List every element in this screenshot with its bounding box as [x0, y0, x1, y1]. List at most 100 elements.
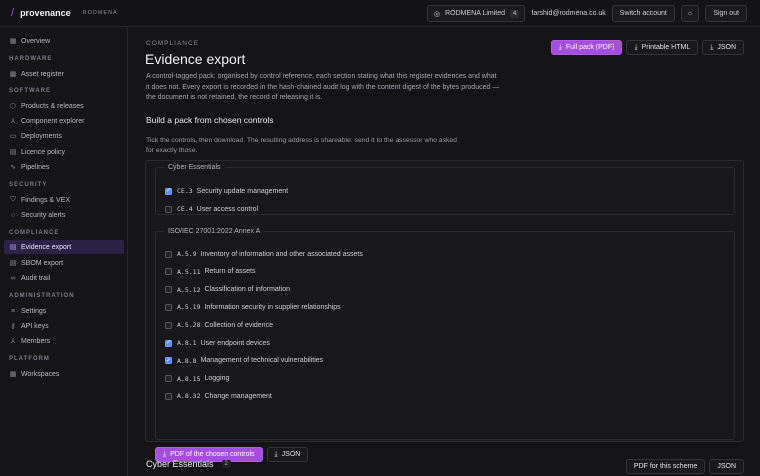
sidebar-item-label: Security alerts: [21, 211, 66, 219]
control-checkbox-row[interactable]: A.8.15 Logging: [165, 373, 229, 385]
control-checkbox-row[interactable]: ✓ CE.3 Security update management: [165, 185, 288, 197]
scheme-count-badge: 2: [221, 460, 231, 468]
sidebar-item-sbom-export[interactable]: ▤ SBOM export: [4, 256, 124, 270]
sidebar-item-label: Workspaces: [21, 370, 60, 378]
full-pack-pdf-button[interactable]: ⤓ Full pack (PDF): [550, 40, 623, 55]
sidebar-item-label: SBOM export: [21, 259, 64, 267]
sidebar-item-audit-trail[interactable]: ∞ Audit trail: [4, 271, 124, 285]
sidebar-item-asset-register[interactable]: ▦ Asset register: [4, 67, 124, 81]
sidebar-item-members[interactable]: ⅄ Members: [4, 334, 124, 348]
checkbox-checked[interactable]: ✓: [165, 339, 172, 347]
main-content: COMPLIANCE Evidence export A control-tag…: [129, 27, 760, 476]
sidebar-item-component-explorer[interactable]: ⅄ Component explorer: [4, 114, 124, 128]
control-code: A.8.1: [177, 339, 197, 347]
sidebar-item-overview[interactable]: ▦ Overview: [4, 34, 124, 48]
brand[interactable]: / provenance RODMENA: [11, 7, 118, 19]
users-icon: ⅄: [10, 338, 16, 345]
document-icon: ▤: [9, 260, 17, 267]
control-label: Information security in supplier relatio…: [204, 303, 341, 311]
shield-icon: ⛉: [10, 196, 16, 203]
control-checkbox-row[interactable]: A.5.19 Information security in supplier r…: [165, 301, 341, 313]
scheme-pdf-button[interactable]: PDF for this scheme: [625, 459, 706, 474]
page-lead: A control-tagged pack: organised by cont…: [146, 73, 500, 101]
control-label: User access control: [196, 205, 259, 213]
control-checkbox-row[interactable]: A.5.9 Inventory of information and other …: [165, 248, 363, 260]
control-code: A.8.15: [177, 374, 201, 383]
checkbox-unchecked[interactable]: [165, 205, 172, 213]
sidebar-section-compliance: COMPLIANCE: [9, 230, 60, 236]
control-checkbox-row[interactable]: ✓ A.8.8 Management of technical vulnerabil…: [165, 355, 323, 367]
checkbox-unchecked[interactable]: [165, 268, 172, 276]
chosen-json-button[interactable]: ⤓ JSON: [266, 447, 309, 462]
sidebar-item-evidence-export[interactable]: ▤ Evidence export: [4, 240, 124, 254]
theme-toggle-button[interactable]: ☼: [680, 5, 700, 22]
sidebar-item-label: Component explorer: [21, 117, 85, 125]
control-checkbox-row[interactable]: ✓ A.8.1 User endpoint devices: [165, 337, 270, 349]
sidebar-item-label: Audit trail: [21, 274, 51, 282]
checkbox-unchecked[interactable]: [165, 250, 172, 258]
tenant-switcher[interactable]: ◎ RODMENA Limited 4: [427, 5, 526, 22]
control-label: Security update management: [196, 187, 289, 195]
build-pack-heading: Build a pack from chosen controls: [146, 115, 274, 125]
control-checkbox-row[interactable]: A.5.12 Classification of information: [165, 284, 290, 296]
checkbox-unchecked[interactable]: [165, 392, 172, 400]
control-checkbox-row[interactable]: A.5.28 Collection of evidence: [165, 319, 273, 331]
sign-out-button[interactable]: Sign out: [705, 5, 747, 22]
checkbox-unchecked[interactable]: [165, 321, 172, 329]
control-code: A.5.9: [177, 250, 197, 258]
control-code: A.8.8: [177, 356, 197, 365]
alert-circle-icon: ○: [10, 211, 16, 219]
sidebar-item-pipelines[interactable]: ∿ Pipelines: [4, 160, 124, 174]
key-icon: ⚷: [10, 323, 16, 330]
sidebar-item-deployments[interactable]: ▭ Deployments: [4, 129, 124, 143]
scheme-json-button[interactable]: JSON: [709, 459, 744, 474]
package-icon: ⬡: [9, 103, 17, 110]
sidebar-item-settings[interactable]: ≡ Settings: [4, 304, 124, 318]
checkbox-unchecked[interactable]: [165, 375, 172, 383]
control-checkbox-row[interactable]: A.5.11 Return of assets: [165, 266, 255, 278]
sidebar-item-label: Pipelines: [21, 163, 50, 171]
link-icon: ∞: [10, 274, 16, 282]
brand-org: RODMENA: [82, 10, 118, 16]
sidebar-item-api-keys[interactable]: ⚷ API keys: [4, 319, 124, 333]
checkbox-checked[interactable]: ✓: [165, 357, 172, 365]
sidebar-section-platform: PLATFORM: [9, 356, 50, 362]
sidebar-item-label: Asset register: [21, 70, 64, 78]
sidebar-item-findings[interactable]: ⛉ Findings & VEX: [4, 193, 124, 207]
scheme-title: Cyber Essentials: [146, 459, 214, 469]
sidebar-item-licence-policy[interactable]: ▤ Licence policy: [4, 145, 124, 159]
brand-logo-icon: /: [11, 7, 15, 19]
switch-account-button[interactable]: Switch account: [611, 5, 675, 22]
control-label: Classification of information: [204, 286, 291, 294]
download-icon: ⤓: [274, 450, 278, 458]
sidebar-item-workspaces[interactable]: ▦ Workspaces: [4, 367, 124, 381]
tenant-name: RODMENA Limited: [445, 10, 506, 17]
checkbox-unchecked[interactable]: [165, 303, 172, 311]
printable-html-button[interactable]: ⤓ Printable HTML: [626, 40, 699, 55]
control-code: A.5.12: [177, 285, 201, 294]
page-title: Evidence export: [145, 51, 246, 67]
checkbox-checked[interactable]: ✓: [165, 187, 172, 195]
control-label: Collection of evidence: [204, 321, 273, 329]
control-group-iso-27001: ISO/IEC 27001:2022 Annex A A.5.9 Inventor…: [155, 228, 735, 440]
document-icon: ▤: [9, 149, 17, 156]
grid-icon: ▦: [9, 371, 17, 378]
control-checkbox-row[interactable]: CE.4 User access control: [165, 203, 258, 215]
control-picker-panel: Cyber Essentials ✓ CE.3 Security update ma…: [145, 160, 744, 462]
sun-icon: ☼: [686, 10, 694, 17]
control-label: Management of technical vulnerabilities: [200, 357, 324, 365]
control-label: Change management: [204, 392, 272, 400]
control-checkbox-row[interactable]: A.8.32 Change management: [165, 390, 272, 402]
sidebar-item-label: Members: [21, 337, 51, 345]
json-button[interactable]: ⤓ JSON: [702, 40, 744, 55]
sidebar-section-software: SOFTWARE: [9, 88, 51, 94]
sidebar-item-label: Products & releases: [21, 102, 84, 110]
sidebar-item-products[interactable]: ⬡ Products & releases: [4, 99, 124, 113]
sidebar-item-label: Findings & VEX: [21, 196, 71, 204]
button-label: Printable HTML: [641, 44, 691, 51]
sidebar-section-administration: ADMINISTRATION: [9, 293, 75, 299]
checkbox-unchecked[interactable]: [165, 286, 172, 294]
download-icon: ⤓: [710, 43, 714, 51]
control-code: CE.4: [177, 205, 193, 213]
sidebar-item-security-alerts[interactable]: ○ Security alerts: [4, 208, 124, 222]
